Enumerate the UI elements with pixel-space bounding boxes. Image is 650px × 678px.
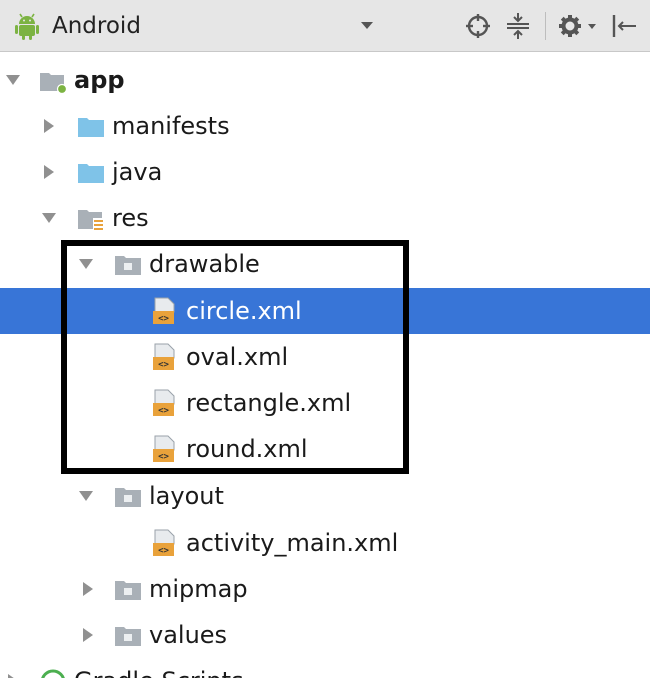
tree-item-rectangle-xml[interactable]: <> rectangle.xml [0,380,650,426]
svg-text:<>: <> [158,360,169,370]
tree-item-values[interactable]: values [0,612,650,658]
chevron-down-icon [361,22,373,29]
tree-item-label: layout [149,482,224,510]
tree-item-manifests[interactable]: manifests [0,103,650,149]
expanded-arrow-icon[interactable] [5,72,21,88]
folder-icon [78,118,104,137]
module-folder-icon [40,73,68,95]
expanded-arrow-icon[interactable] [78,256,94,272]
view-title: Android [52,13,141,39]
tree-item-layout[interactable]: layout [0,473,650,519]
collapsed-arrow-icon[interactable] [80,581,96,597]
chevron-down-icon [588,24,596,29]
xml-file-icon: <> [153,435,175,462]
tree-item-label: manifests [112,112,230,140]
xml-file-icon: <> [153,343,175,370]
collapsed-arrow-icon[interactable] [80,627,96,643]
tree-item-label: app [74,66,125,94]
folder-icon [115,627,141,646]
tree-item-label: mipmap [149,575,248,603]
svg-text:<>: <> [158,452,169,462]
tree-item-gradle-scripts[interactable]: Gradle Scripts [0,658,650,678]
tree-item-app[interactable]: app [0,57,650,103]
xml-file-icon: <> [153,297,175,324]
tree-item-label: circle.xml [186,297,302,325]
pin-left-icon[interactable] [608,10,640,42]
svg-text:<>: <> [158,406,169,416]
toolbar-separator [545,12,546,40]
tree-item-drawable[interactable]: drawable [0,241,650,287]
expanded-arrow-icon[interactable] [78,488,94,504]
collapsed-arrow-icon[interactable] [5,673,21,678]
collapsed-arrow-icon[interactable] [41,164,57,180]
project-toolbar: Android [0,0,650,52]
folder-icon [115,581,141,600]
project-view-selector[interactable]: Android [0,0,400,52]
folder-icon [115,256,141,275]
resource-folder-icon [78,210,104,231]
expanded-arrow-icon[interactable] [41,210,57,226]
xml-file-icon: <> [153,529,175,556]
tree-item-label: drawable [149,250,260,278]
tree-item-label: values [149,621,228,649]
gear-icon[interactable] [556,10,600,42]
tree-item-circle-xml[interactable]: <> circle.xml [0,288,650,334]
tree-item-oval-xml[interactable]: <> oval.xml [0,334,650,380]
folder-icon [115,488,141,507]
tree-item-label: rectangle.xml [186,389,352,417]
tree-item-label: res [112,204,149,232]
project-tree: app manifests java res drawable <> circl… [0,52,650,678]
svg-text:<>: <> [158,314,169,324]
svg-text:<>: <> [158,546,169,556]
tree-item-label: oval.xml [186,343,289,371]
tree-item-mipmap[interactable]: mipmap [0,566,650,612]
tree-item-java[interactable]: java [0,149,650,195]
gradle-icon [41,669,65,678]
collapse-all-icon[interactable] [502,10,534,42]
tree-item-res[interactable]: res [0,195,650,241]
tree-item-round-xml[interactable]: <> round.xml [0,426,650,472]
tree-item-label: Gradle Scripts [74,666,244,678]
folder-icon [78,164,104,183]
xml-file-icon: <> [153,389,175,416]
tree-item-label: activity_main.xml [186,529,399,557]
crosshair-icon[interactable] [462,10,494,42]
tree-item-activity-main-xml[interactable]: <> activity_main.xml [0,520,650,566]
tree-item-label: round.xml [186,435,308,463]
tree-item-label: java [112,158,163,186]
collapsed-arrow-icon[interactable] [41,118,57,134]
android-icon [15,13,39,40]
